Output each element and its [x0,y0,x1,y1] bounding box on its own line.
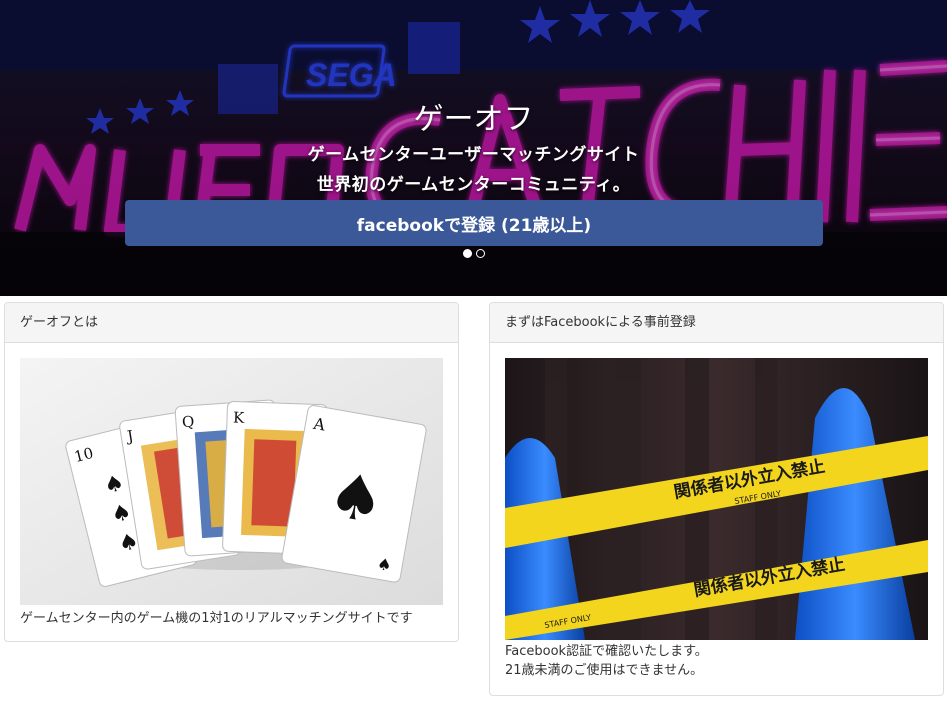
carousel-dot-2[interactable] [475,249,485,258]
about-panel-body: 10 ♠ ♠ ♠ J Q K A ♠ ♠ ゲームセンター内のゲーム機の1対1のリ… [5,343,458,641]
about-panel-heading: ゲーオフとは [5,303,458,343]
preregister-note-2: 21歳未満のご使用はできません。 [505,663,704,678]
site-title: ゲーオフ [413,102,534,137]
card-king-rank: K [233,409,246,427]
preregister-panel-body: 関係者以外立入禁止 STAFF ONLY 関係者以外立入禁止 STAFF ONL… [490,343,943,695]
keep-out-tape-image: 関係者以外立入禁止 STAFF ONLY 関係者以外立入禁止 STAFF ONL… [505,358,928,640]
about-panel: ゲーオフとは 10 ♠ ♠ ♠ J Q K A ♠ ♠ ゲームセンター内のゲーム… [4,302,459,642]
card-queen-rank: Q [181,412,195,431]
playing-cards-image: 10 ♠ ♠ ♠ J Q K A ♠ ♠ [20,358,443,605]
hero-content: ゲーオフ ゲームセンターユーザーマッチングサイト 世界初のゲームセンターコミュニ… [0,0,947,296]
site-tagline: ゲームセンターユーザーマッチングサイト [307,145,640,165]
facebook-register-button[interactable]: facebookで登録 (21歳以上) [125,200,823,246]
site-subtagline: 世界初のゲームセンターコミュニティ。 [316,175,631,195]
carousel-dot-1[interactable] [462,249,472,258]
about-description: ゲームセンター内のゲーム機の1対1のリアルマッチングサイトです [20,611,413,626]
preregister-note-1: Facebook認証で確認いたします。 [505,644,708,659]
preregister-panel: まずはFacebookによる事前登録 関係者以外立入禁止 STAFF ONLY … [489,302,944,696]
carousel-indicators [0,249,947,258]
hero-banner: SEGA ゲーオフ ゲームセンターユーザーマッチングサイト 世界初のゲームセンタ… [0,0,947,296]
preregister-panel-heading: まずはFacebookによる事前登録 [490,303,943,343]
